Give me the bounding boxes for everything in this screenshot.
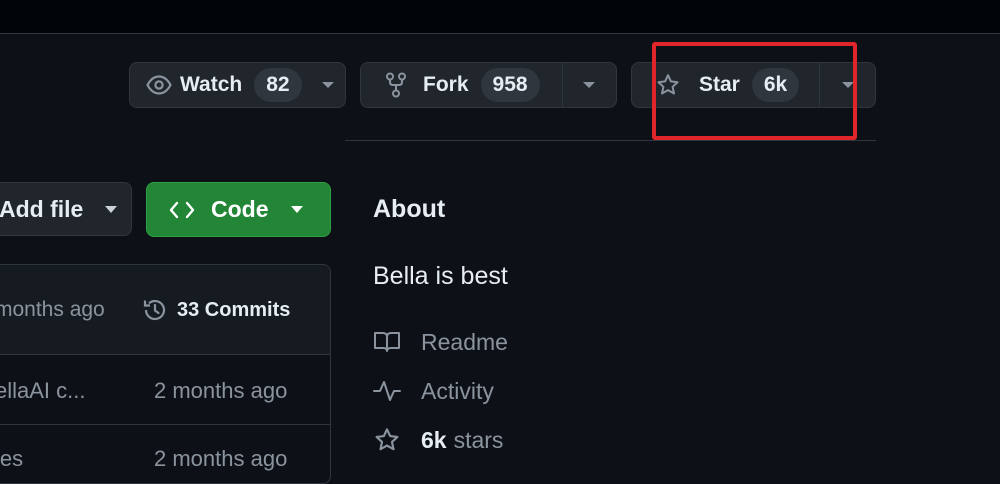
latest-commit-bar: months ago 33 Commits: [0, 265, 330, 355]
about-description: Bella is best: [373, 262, 508, 290]
row-age: 2 months ago: [154, 378, 288, 403]
readme-link[interactable]: Readme: [373, 328, 508, 356]
stars-label: stars: [453, 426, 504, 453]
history-icon: [142, 297, 168, 323]
stars-count: 6k: [421, 426, 447, 453]
stars-link[interactable]: 6k stars: [373, 426, 503, 454]
fork-icon: [385, 72, 407, 98]
chevron-down-icon: [290, 206, 303, 213]
top-header-band: [0, 0, 1000, 33]
watch-button-group: Watch 82: [129, 62, 346, 108]
section-divider: [345, 140, 876, 141]
book-icon: [373, 328, 401, 356]
chevron-down-icon: [583, 82, 596, 88]
chevron-down-icon: [322, 82, 335, 88]
watch-label: Watch: [180, 73, 243, 96]
code-label: Code: [211, 196, 269, 222]
commit-message[interactable]: les: [0, 446, 23, 472]
commit-age: months ago: [0, 298, 105, 321]
chevron-down-icon: [105, 205, 118, 213]
code-brackets-icon: [169, 200, 195, 220]
commit-message[interactable]: ellaAI c...: [0, 378, 85, 404]
fork-label: Fork: [423, 73, 469, 96]
commits-link[interactable]: 33 Commits: [177, 299, 290, 322]
file-list: months ago 33 Commits ellaAI c... 2 mont…: [0, 264, 331, 484]
star-icon: [373, 426, 401, 454]
header-divider: [0, 33, 1000, 34]
row-age: 2 months ago: [154, 446, 288, 471]
table-row[interactable]: ellaAI c... 2 months ago: [0, 355, 330, 425]
code-button[interactable]: Code: [146, 182, 331, 237]
star-highlight-box: [652, 42, 857, 140]
pulse-icon: [373, 377, 401, 405]
readme-label: Readme: [421, 328, 508, 355]
watch-count: 82: [254, 68, 302, 102]
add-file-label: Add file: [0, 195, 84, 222]
table-row[interactable]: les 2 months ago: [0, 425, 330, 483]
eye-icon: [146, 75, 172, 95]
about-heading: About: [373, 195, 446, 223]
watch-button[interactable]: Watch 82: [130, 63, 312, 107]
activity-link[interactable]: Activity: [373, 377, 494, 405]
add-file-button[interactable]: Add file: [0, 182, 132, 236]
fork-button-group: Fork 958: [360, 62, 617, 108]
fork-button[interactable]: Fork 958: [361, 63, 562, 107]
fork-dropdown-button[interactable]: [563, 63, 616, 107]
watch-dropdown-button[interactable]: [312, 63, 345, 107]
activity-label: Activity: [421, 377, 494, 404]
fork-count: 958: [480, 68, 540, 102]
